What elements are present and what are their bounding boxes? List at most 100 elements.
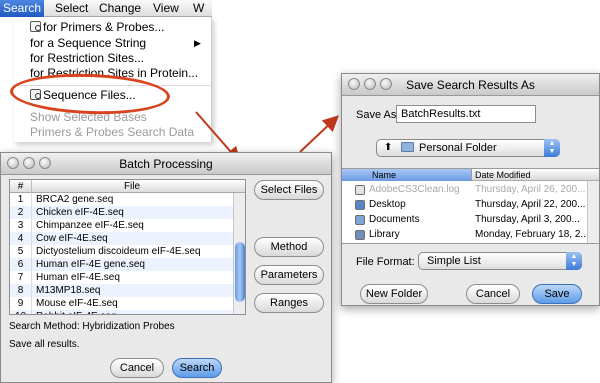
zoom-icon[interactable]: [380, 78, 392, 90]
file-format-label: File Format:: [356, 256, 415, 268]
menu-item-primers-probes-data: Primers & Probes Search Data: [30, 125, 195, 139]
row-number: 8: [10, 284, 32, 297]
close-icon[interactable]: [348, 78, 360, 90]
browser-file-date: Monday, February 18, 2...: [475, 229, 589, 240]
search-method-label: Search Method: Hybridization Probes: [9, 321, 175, 332]
file-browser[interactable]: Name Date Modified AdobeCS3Clean.log Thur…: [342, 168, 599, 244]
minimize-icon[interactable]: [23, 157, 35, 169]
popup-arrows-icon: ▲ ▼: [566, 252, 582, 270]
table-row[interactable]: 6 Human eIF-4E gene.seq: [10, 258, 233, 271]
cancel-button[interactable]: Cancel: [110, 358, 164, 378]
table-row[interactable]: 8 M13MP18.seq: [10, 284, 233, 297]
row-file-name: Human eIF-4E.seq: [36, 272, 120, 283]
up-arrow-icon: ⬆: [384, 142, 393, 153]
method-button[interactable]: Method: [254, 237, 324, 257]
browser-header: Name Date Modified: [342, 169, 599, 181]
search-button[interactable]: Search: [172, 358, 222, 378]
popup-arrows-icon: ▲ ▼: [544, 139, 560, 157]
ranges-button[interactable]: Ranges: [254, 293, 324, 313]
log-file-icon: [355, 185, 365, 195]
menu-view[interactable]: View: [150, 0, 182, 17]
menu-item-primers-probes[interactable]: for Primers & Probes...: [30, 20, 164, 34]
close-icon[interactable]: [7, 157, 19, 169]
menu-item-sequence-string[interactable]: for a Sequence String ▶: [30, 36, 212, 50]
save-as-field[interactable]: BatchResults.txt: [396, 105, 536, 123]
row-number: 3: [10, 219, 32, 232]
table-scrollbar[interactable]: [233, 193, 245, 314]
save-results-dialog: Save Search Results As Save As: BatchRes…: [341, 73, 600, 306]
batch-file-table[interactable]: # File 1 BRCA2 gene.seq 2 Chicken eIF-4E.se…: [9, 179, 246, 315]
table-row[interactable]: 10 Rabbit eIF-4E.seq: [10, 310, 233, 314]
minimize-icon[interactable]: [364, 78, 376, 90]
new-folder-button[interactable]: New Folder: [360, 284, 428, 304]
browser-row: AdobeCS3Clean.log Thursday, April 26, 200…: [342, 183, 587, 197]
menu-search[interactable]: Search: [0, 0, 45, 17]
menu-item-restriction-sites[interactable]: for Restriction Sites...: [30, 51, 144, 65]
search-menu: Search Select Change View W for Primers …: [0, 0, 212, 142]
select-files-button[interactable]: Select Files: [254, 180, 324, 200]
documents-folder-icon: [355, 215, 365, 225]
submenu-arrow-icon: ▶: [194, 38, 201, 48]
column-header-name[interactable]: Name: [342, 169, 472, 181]
row-number: 1: [10, 193, 32, 206]
browser-file-name: Library: [369, 229, 400, 240]
column-header-file[interactable]: File: [32, 180, 232, 193]
column-header-date[interactable]: Date Modified: [473, 169, 531, 181]
row-number: 10: [10, 310, 32, 314]
file-format-value: Simple List: [427, 255, 481, 267]
row-number: 9: [10, 297, 32, 310]
table-row[interactable]: 2 Chicken eIF-4E.seq: [10, 206, 233, 219]
row-file-name: Dictyostelium discoideum eIF-4E.seq: [36, 246, 201, 257]
row-file-name: Human eIF-4E gene.seq: [36, 259, 145, 270]
table-row[interactable]: 1 BRCA2 gene.seq: [10, 193, 233, 206]
row-number: 5: [10, 245, 32, 258]
browser-scrollbar[interactable]: [587, 181, 599, 243]
row-number: 4: [10, 232, 32, 245]
row-file-name: Chicken eIF-4E.seq: [36, 207, 124, 218]
zoom-icon[interactable]: [39, 157, 51, 169]
cancel-button[interactable]: Cancel: [466, 284, 520, 304]
location-label: Personal Folder: [419, 142, 497, 154]
parameters-button[interactable]: Parameters: [254, 265, 324, 285]
save-as-label: Save As:: [356, 109, 400, 121]
location-popup[interactable]: ⬆ Personal Folder ▲ ▼: [376, 139, 560, 157]
table-row[interactable]: 4 Cow eIF-4E.seq: [10, 232, 233, 245]
scrollbar-thumb[interactable]: [235, 242, 245, 302]
table-row[interactable]: 7 Human eIF-4E.seq: [10, 271, 233, 284]
menu-change[interactable]: Change: [96, 0, 144, 17]
row-file-name: Mouse eIF-4E.seq: [36, 298, 118, 309]
browser-file-name: Documents: [369, 214, 420, 225]
browser-row[interactable]: Desktop Thursday, April 22, 200...: [342, 198, 587, 212]
table-row[interactable]: 3 Chimpanzee eIF-4E.seq: [10, 219, 233, 232]
save-all-label: Save all results.: [9, 339, 80, 350]
row-number: 2: [10, 206, 32, 219]
browser-file-date: Thursday, April 3, 200...: [475, 214, 580, 225]
table-header: # File: [10, 180, 245, 193]
file-format-popup[interactable]: Simple List ▲ ▼: [418, 252, 582, 270]
column-header-number[interactable]: #: [10, 180, 32, 193]
search-doc-icon: [30, 21, 41, 32]
table-rows: 1 BRCA2 gene.seq 2 Chicken eIF-4E.seq 3 Chimp…: [10, 193, 233, 314]
table-row[interactable]: 9 Mouse eIF-4E.seq: [10, 297, 233, 310]
batch-processing-window: Batch Processing # File 1 BRCA2 gene.seq 2…: [0, 152, 332, 383]
folder-icon: [401, 142, 414, 152]
browser-row[interactable]: Library Monday, February 18, 2...: [342, 228, 589, 242]
browser-file-name: Desktop: [369, 199, 406, 210]
browser-file-name: AdobeCS3Clean.log: [369, 184, 460, 195]
row-file-name: BRCA2 gene.seq: [36, 194, 114, 205]
row-file-name: Rabbit eIF-4E.seq: [36, 310, 117, 314]
menu-bar: Search Select Change View W: [0, 0, 212, 17]
row-file-name: M13MP18.seq: [36, 285, 101, 296]
arrow-to-save: [299, 115, 339, 153]
table-row[interactable]: 5 Dictyostelium discoideum eIF-4E.seq: [10, 245, 233, 258]
desktop-folder-icon: [355, 200, 365, 210]
batch-titlebar: Batch Processing: [1, 153, 331, 175]
library-folder-icon: [355, 230, 365, 240]
row-file-name: Cow eIF-4E.seq: [36, 233, 108, 244]
save-button[interactable]: Save: [532, 284, 582, 304]
row-file-name: Chimpanzee eIF-4E.seq: [36, 220, 144, 231]
menu-select[interactable]: Select: [52, 0, 91, 17]
browser-file-date: Thursday, April 22, 200...: [475, 199, 586, 210]
menu-window[interactable]: W: [190, 0, 207, 17]
browser-row[interactable]: Documents Thursday, April 3, 200...: [342, 213, 587, 227]
